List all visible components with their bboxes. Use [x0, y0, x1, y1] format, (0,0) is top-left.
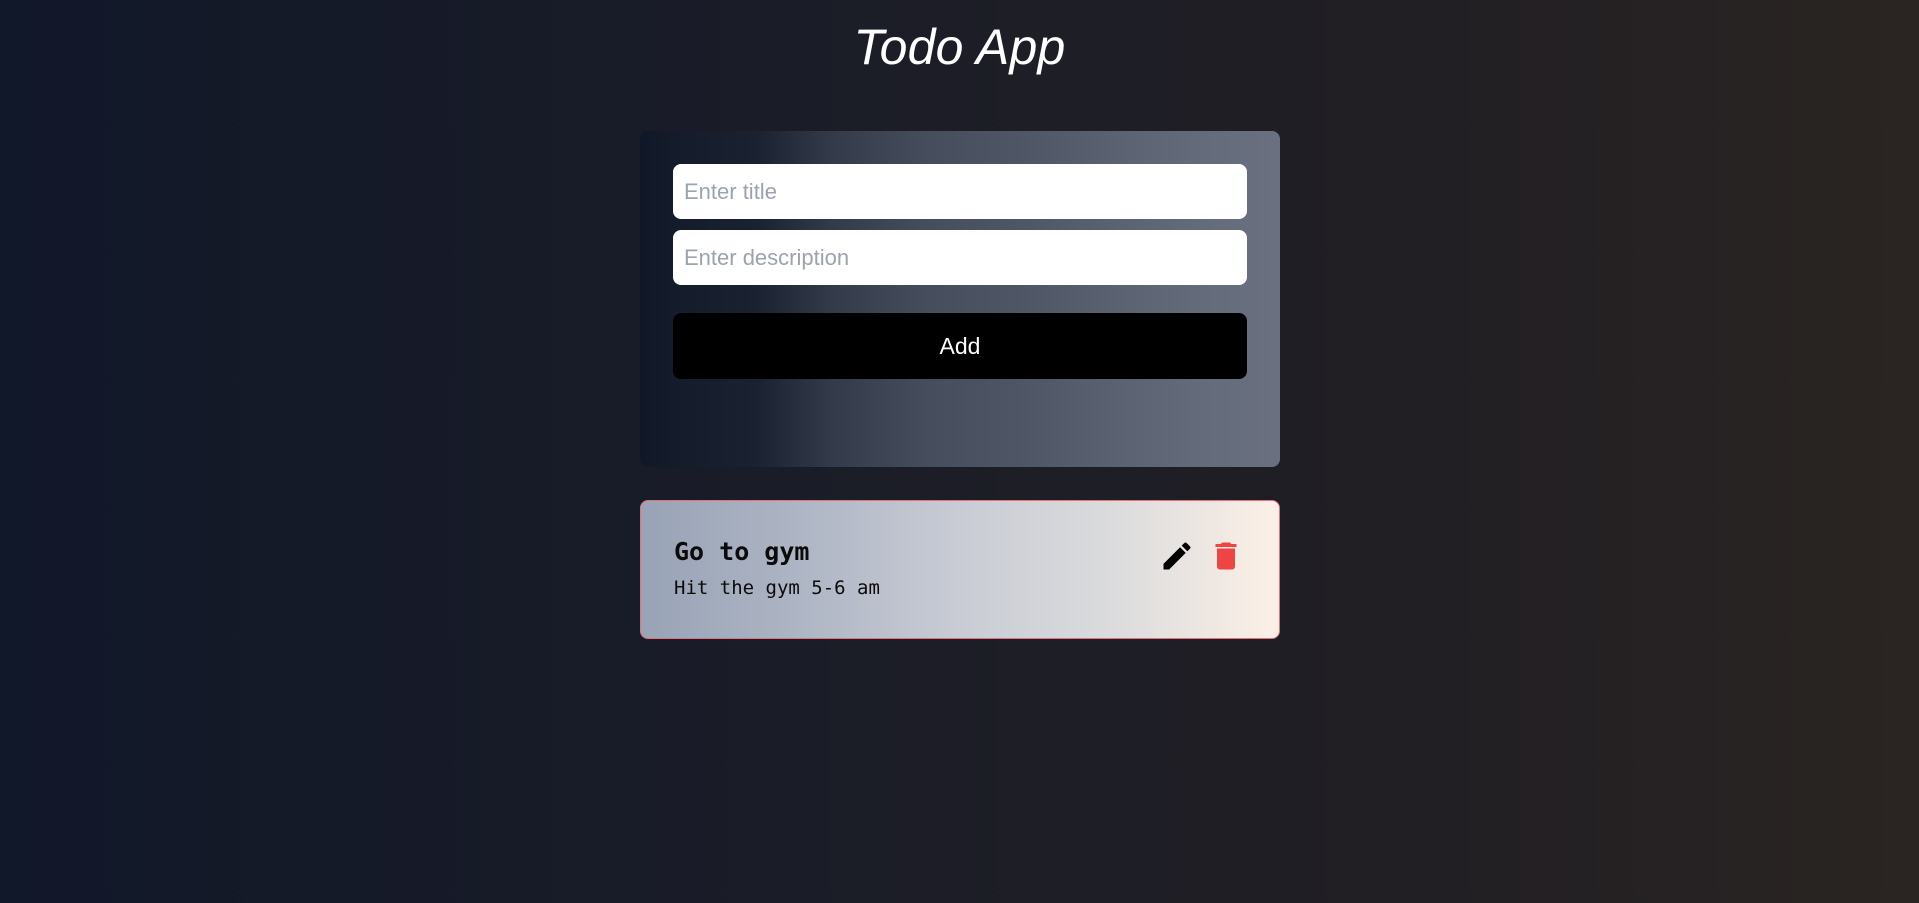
pencil-icon	[1163, 542, 1191, 570]
description-input[interactable]	[673, 230, 1247, 285]
title-input[interactable]	[673, 164, 1247, 219]
app-title: Todo App	[853, 19, 1066, 75]
trash-icon	[1215, 542, 1237, 570]
todo-title: Go to gym	[674, 537, 810, 566]
add-todo-form: Add	[640, 131, 1280, 467]
todo-description: Hit the gym 5-6 am	[674, 577, 880, 599]
todo-item: Go to gym Hit the gym 5-6 am	[640, 500, 1280, 639]
add-button[interactable]: Add	[673, 313, 1247, 379]
edit-button[interactable]	[1159, 538, 1195, 574]
delete-button[interactable]	[1208, 538, 1244, 574]
